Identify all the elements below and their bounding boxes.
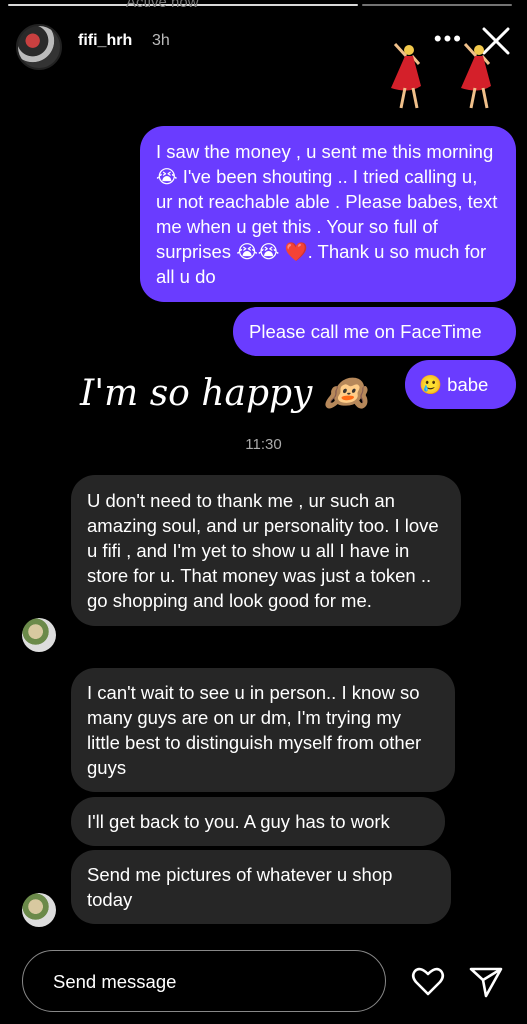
outgoing-message[interactable]: Please call me on FaceTime	[233, 307, 516, 356]
message-timestamp: 11:30	[245, 436, 282, 453]
story-progress-bar-next	[362, 4, 512, 6]
outgoing-message[interactable]: I saw the money , u sent me this morning…	[140, 126, 516, 302]
incoming-message[interactable]: I'll get back to you. A guy has to work	[71, 797, 445, 846]
story-progress: Active now	[8, 0, 519, 11]
story-overlay-text: I'm so happy 🙉	[80, 373, 369, 414]
send-message-placeholder[interactable]: Send message	[53, 971, 176, 993]
heart-icon[interactable]	[408, 961, 448, 1001]
story-username[interactable]: fifi_hrh	[78, 32, 132, 50]
incoming-message[interactable]: U don't need to thank me , ur such an am…	[71, 475, 461, 626]
active-status-ghost: Active now	[126, 0, 199, 11]
incoming-message[interactable]: I can't wait to see u in person.. I know…	[71, 668, 455, 792]
story-time: 3h	[152, 32, 170, 49]
send-icon[interactable]	[466, 961, 506, 1001]
incoming-message[interactable]: Send me pictures of whatever u shop toda…	[71, 850, 451, 924]
avatar[interactable]	[16, 24, 62, 70]
outgoing-message[interactable]: 🥲 babe	[405, 360, 516, 409]
sender-avatar[interactable]	[22, 893, 56, 927]
dancer-sticker-icon	[391, 42, 491, 109]
message-composer[interactable]: Send message	[22, 950, 386, 1012]
sender-avatar[interactable]	[22, 618, 56, 652]
